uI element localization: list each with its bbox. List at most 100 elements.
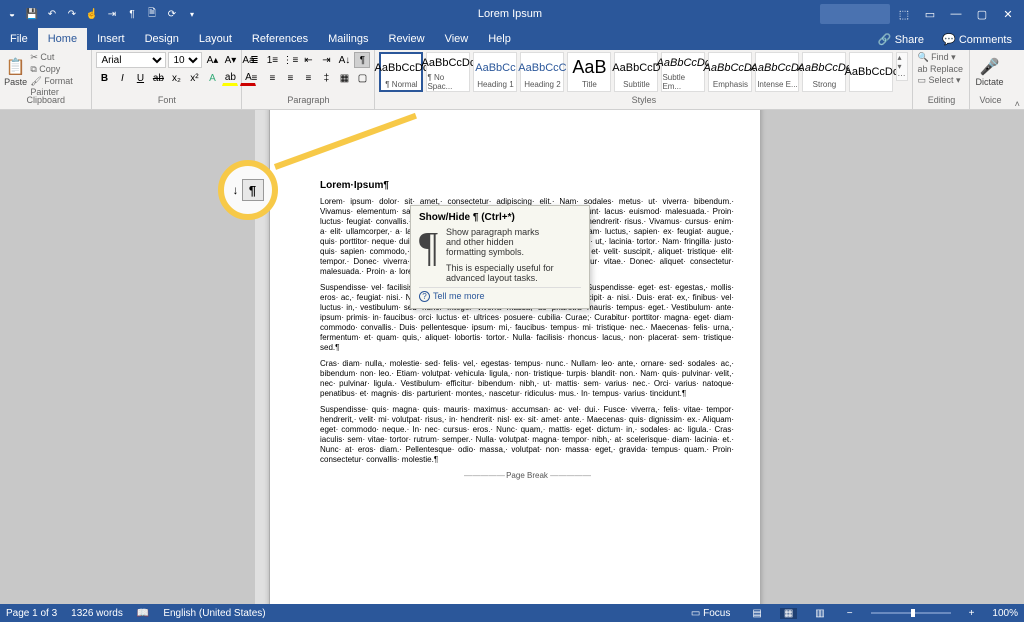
highlight-icon[interactable]: ab xyxy=(222,70,238,86)
autosave-toggle[interactable]: ◒ xyxy=(4,6,20,22)
window-controls: ⬚ ▭ — ▢ ✕ xyxy=(820,4,1020,24)
align-left-icon[interactable]: ≡ xyxy=(246,70,262,86)
document-page[interactable]: Lorem·Ipsum¶ Lorem· ipsum· dolor· sit· a… xyxy=(270,110,760,604)
align-right-icon[interactable]: ≡ xyxy=(282,70,298,86)
tab-icon[interactable]: ⇥ xyxy=(104,6,120,22)
tab-mailings[interactable]: Mailings xyxy=(318,28,378,50)
page-count[interactable]: Page 1 of 3 xyxy=(6,608,57,619)
language-status[interactable]: English (United States) xyxy=(163,608,265,619)
justify-icon[interactable]: ≡ xyxy=(300,70,316,86)
minimize-icon[interactable]: — xyxy=(944,4,968,24)
cut-button[interactable]: ✂ Cut xyxy=(30,52,87,63)
doc-heading[interactable]: Lorem·Ipsum¶ xyxy=(320,180,734,191)
tab-insert[interactable]: Insert xyxy=(87,28,135,50)
group-styles: AaBbCcDc¶ NormalAaBbCcDc¶ No Spac...AaBb… xyxy=(375,50,913,109)
account-blur[interactable] xyxy=(820,4,890,24)
zoom-in-button[interactable]: + xyxy=(965,608,979,619)
tab-view[interactable]: View xyxy=(435,28,479,50)
share-button[interactable]: 🔗 Share xyxy=(872,33,930,46)
tab-file[interactable]: File xyxy=(0,28,38,50)
style--normal[interactable]: AaBbCcDc¶ Normal xyxy=(379,52,423,92)
show-hide-tooltip: Show/Hide ¶ (Ctrl+*) ¶ Show paragraph ma… xyxy=(410,205,590,309)
undo-icon[interactable]: ↶ xyxy=(44,6,60,22)
find-button[interactable]: 🔍 Find ▾ xyxy=(917,52,963,63)
copy-button[interactable]: ⧉ Copy xyxy=(30,64,87,75)
collapse-ribbon-icon[interactable]: ˄ xyxy=(1011,50,1024,109)
decrease-indent-icon[interactable]: ⇤ xyxy=(300,52,316,68)
pilcrow-icon[interactable]: ¶ xyxy=(124,6,140,22)
numbering-icon[interactable]: 1≡ xyxy=(264,52,280,68)
tab-review[interactable]: Review xyxy=(379,28,435,50)
zoom-out-button[interactable]: − xyxy=(843,608,857,619)
show-hide-button[interactable]: ¶ xyxy=(354,52,370,68)
dictate-button[interactable]: 🎤Dictate xyxy=(974,52,1004,92)
strike-button[interactable]: ab xyxy=(150,70,166,86)
window-min-icon[interactable]: ▭ xyxy=(918,4,942,24)
read-mode-icon[interactable]: ▤ xyxy=(748,608,765,619)
title-bar: ◒ 💾 ↶ ↷ ☝ ⇥ ¶ 🗎 ⟳ ▾ Lorem Ipsum ⬚ ▭ — ▢ … xyxy=(0,0,1024,28)
tab-design[interactable]: Design xyxy=(135,28,189,50)
spell-check-icon[interactable]: 📖 xyxy=(137,608,149,619)
tab-references[interactable]: References xyxy=(242,28,318,50)
ribbon-display-icon[interactable]: ⬚ xyxy=(892,4,916,24)
select-button[interactable]: ▭ Select ▾ xyxy=(917,75,963,86)
document-area[interactable]: Lorem·Ipsum¶ Lorem· ipsum· dolor· sit· a… xyxy=(0,110,1024,604)
print-layout-icon[interactable]: ▦ xyxy=(780,608,797,619)
style-intense-e-[interactable]: AaBbCcDcIntense E... xyxy=(755,52,799,92)
font-size-combo[interactable]: 10.5 xyxy=(168,52,202,68)
tooltip-desc: Show paragraph marks and other hidden fo… xyxy=(446,227,556,257)
style-heading-2[interactable]: AaBbCcCHeading 2 xyxy=(520,52,564,92)
styles-more-icon[interactable]: ▴▾⋯ xyxy=(896,52,908,81)
doc-paragraph[interactable]: Cras· diam· nulla,· molestie· sed· felis… xyxy=(320,359,734,399)
format-painter-button[interactable]: 🖌 Format Painter xyxy=(30,76,87,97)
subscript-button[interactable]: x₂ xyxy=(168,70,184,86)
style-emphasis[interactable]: AaBbCcDcEmphasis xyxy=(708,52,752,92)
grow-font-icon[interactable]: A▴ xyxy=(204,52,220,68)
style-subtitle[interactable]: AaBbCcDSubtitle xyxy=(614,52,658,92)
style-strong[interactable]: AaBbCcDcStrong xyxy=(802,52,846,92)
style-subtle-em-[interactable]: AaBbCcDcSubtle Em... xyxy=(661,52,705,92)
multilevel-icon[interactable]: ⋮≡ xyxy=(282,52,298,68)
sort-icon[interactable]: A↓ xyxy=(336,52,352,68)
bold-button[interactable]: B xyxy=(96,70,112,86)
bullets-icon[interactable]: ≣ xyxy=(246,52,262,68)
doc-paragraph[interactable]: Suspendisse· quis· magna· quis· mauris· … xyxy=(320,405,734,465)
comments-button[interactable]: 💬 Comments xyxy=(936,33,1018,46)
web-layout-icon[interactable]: ▥ xyxy=(811,608,828,619)
close-icon[interactable]: ✕ xyxy=(996,4,1020,24)
style--no-spac-[interactable]: AaBbCcDc¶ No Spac... xyxy=(426,52,470,92)
focus-mode-button[interactable]: ▭ Focus xyxy=(687,608,734,619)
increase-indent-icon[interactable]: ⇥ xyxy=(318,52,334,68)
maximize-icon[interactable]: ▢ xyxy=(970,4,994,24)
font-name-combo[interactable]: Arial xyxy=(96,52,166,68)
text-effects-icon[interactable]: A xyxy=(204,70,220,86)
shrink-font-icon[interactable]: A▾ xyxy=(222,52,238,68)
tab-home[interactable]: Home xyxy=(38,28,87,50)
zoom-slider[interactable] xyxy=(871,612,951,614)
tab-help[interactable]: Help xyxy=(478,28,521,50)
tab-layout[interactable]: Layout xyxy=(189,28,242,50)
tell-me-more-link[interactable]: ?Tell me more xyxy=(419,287,581,302)
superscript-button[interactable]: x² xyxy=(186,70,202,86)
quick-access-toolbar: ◒ 💾 ↶ ↷ ☝ ⇥ ¶ 🗎 ⟳ ▾ xyxy=(4,6,200,22)
zoom-level[interactable]: 100% xyxy=(992,608,1018,619)
redo-icon[interactable]: ↷ xyxy=(64,6,80,22)
qat-chevron-icon[interactable]: ▾ xyxy=(184,6,200,22)
shading-icon[interactable]: ▦ xyxy=(336,70,352,86)
replace-button[interactable]: ab Replace xyxy=(917,64,963,74)
style-title[interactable]: AaBTitle xyxy=(567,52,611,92)
italic-button[interactable]: I xyxy=(114,70,130,86)
paste-button[interactable]: 📋Paste xyxy=(4,52,27,92)
save-icon[interactable]: 💾 xyxy=(24,6,40,22)
line-spacing-icon[interactable]: ‡ xyxy=(318,70,334,86)
refresh-icon[interactable]: ⟳ xyxy=(164,6,180,22)
style-heading-1[interactable]: AaBbCcHeading 1 xyxy=(473,52,517,92)
word-count[interactable]: 1326 words xyxy=(71,608,123,619)
underline-button[interactable]: U xyxy=(132,70,148,86)
new-icon[interactable]: 🗎 xyxy=(144,6,160,22)
borders-icon[interactable]: ▢ xyxy=(354,70,370,86)
touch-icon[interactable]: ☝ xyxy=(84,6,100,22)
tooltip-title: Show/Hide ¶ (Ctrl+*) xyxy=(419,212,581,223)
style-more[interactable]: AaBbCcDc xyxy=(849,52,893,92)
align-center-icon[interactable]: ≡ xyxy=(264,70,280,86)
